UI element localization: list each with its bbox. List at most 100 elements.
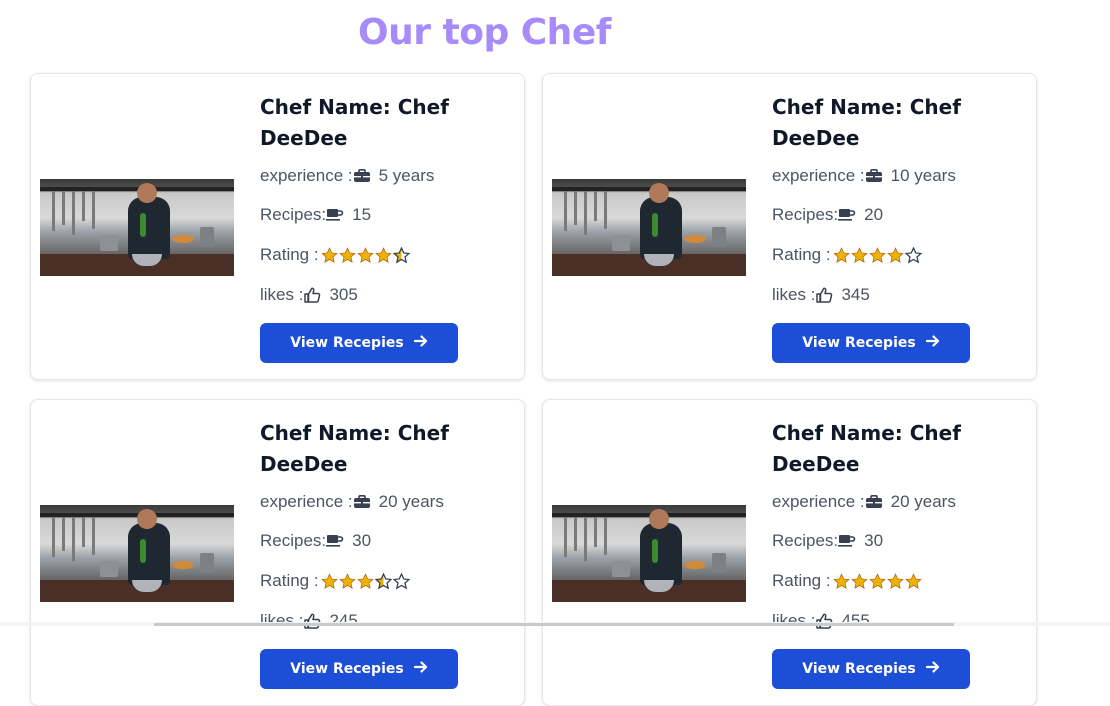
experience-value: 20 years [379, 492, 444, 512]
chef-photo [552, 179, 746, 276]
thumbs-up-icon [303, 612, 321, 630]
chef-photo [552, 505, 746, 602]
star-full-icon [321, 573, 338, 590]
chef-info: Chef Name: Chef DeeDee experience : 5 ye… [260, 92, 500, 363]
likes-value: 455 [841, 611, 869, 631]
likes-label: likes : [772, 611, 815, 631]
briefcase-icon [353, 495, 371, 509]
briefcase-icon [353, 169, 371, 183]
coffee-cup-icon [326, 534, 344, 548]
star-full-icon [339, 247, 356, 264]
thumbs-up-icon [303, 286, 321, 304]
view-recipes-label: View Recepies [802, 661, 915, 677]
experience-label: experience : [772, 166, 865, 186]
star-full-icon [357, 247, 374, 264]
coffee-cup-icon [326, 208, 344, 222]
recipes-row: Recipes: 30 [772, 521, 1012, 561]
likes-label: likes : [260, 611, 303, 631]
chef-name: Chef Name: Chef DeeDee [772, 418, 1012, 480]
star-full-icon [339, 573, 356, 590]
experience-label: experience : [772, 492, 865, 512]
chef-card-2: Chef Name: Chef DeeDee experience : 10 y… [542, 73, 1037, 380]
star-full-icon [851, 573, 868, 590]
chef-name-line2: DeeDee [260, 123, 500, 154]
chef-name-line2: DeeDee [772, 449, 1012, 480]
likes-value: 345 [841, 285, 869, 305]
star-full-icon [833, 247, 850, 264]
chef-photo [40, 505, 234, 602]
rating-row: Rating : [260, 561, 500, 601]
rating-stars [321, 573, 410, 590]
view-recipes-button[interactable]: View Recepies [772, 323, 970, 363]
likes-row: likes : 455 [772, 601, 1012, 641]
chef-card-1: Chef Name: Chef DeeDee experience : 5 ye… [30, 73, 525, 380]
experience-value: 5 years [379, 166, 435, 186]
star-empty-icon [393, 573, 410, 590]
chef-photo [40, 179, 234, 276]
experience-label: experience : [260, 166, 353, 186]
recipes-row: Recipes: 20 [772, 195, 1012, 235]
experience-row: experience : 20 years [772, 483, 1012, 521]
experience-label: experience : [260, 492, 353, 512]
likes-row: likes : 245 [260, 601, 500, 641]
thumbs-up-icon [815, 612, 833, 630]
view-recipes-button[interactable]: View Recepies [772, 649, 970, 689]
view-recipes-label: View Recepies [290, 661, 403, 677]
experience-row: experience : 5 years [260, 157, 500, 195]
star-half-icon [375, 573, 392, 590]
rating-label: Rating : [772, 571, 831, 591]
rating-row: Rating : [260, 235, 500, 275]
chef-name-line1: Chef Name: Chef [260, 92, 500, 123]
coffee-cup-icon [838, 208, 856, 222]
chef-name: Chef Name: Chef DeeDee [260, 418, 500, 480]
star-full-icon [905, 573, 922, 590]
star-full-icon [321, 247, 338, 264]
recipes-label: Recipes: [772, 531, 838, 551]
recipes-label: Recipes: [772, 205, 838, 225]
rating-label: Rating : [260, 245, 319, 265]
chef-card-3: Chef Name: Chef DeeDee experience : 20 y… [30, 399, 525, 706]
recipes-label: Recipes: [260, 531, 326, 551]
chef-info: Chef Name: Chef DeeDee experience : 20 y… [260, 418, 500, 689]
chef-name-line2: DeeDee [772, 123, 1012, 154]
chef-name: Chef Name: Chef DeeDee [260, 92, 500, 154]
star-half-icon [393, 247, 410, 264]
view-recipes-button[interactable]: View Recepies [260, 323, 458, 363]
experience-row: experience : 20 years [260, 483, 500, 521]
likes-label: likes : [260, 285, 303, 305]
arrow-right-icon [414, 661, 428, 677]
view-recipes-button[interactable]: View Recepies [260, 649, 458, 689]
recipes-value: 20 [864, 205, 883, 225]
rating-label: Rating : [260, 571, 319, 591]
chef-name-line2: DeeDee [260, 449, 500, 480]
rating-label: Rating : [772, 245, 831, 265]
chef-info: Chef Name: Chef DeeDee experience : 20 y… [772, 418, 1012, 689]
star-full-icon [869, 573, 886, 590]
rating-stars [321, 247, 410, 264]
chef-name-line1: Chef Name: Chef [772, 418, 1012, 449]
rating-row: Rating : [772, 561, 1012, 601]
experience-value: 10 years [891, 166, 956, 186]
experience-value: 20 years [891, 492, 956, 512]
rating-row: Rating : [772, 235, 1012, 275]
coffee-cup-icon [838, 534, 856, 548]
likes-row: likes : 345 [772, 275, 1012, 315]
likes-value: 305 [329, 285, 357, 305]
arrow-right-icon [414, 335, 428, 351]
briefcase-icon [865, 495, 883, 509]
chef-card-4: Chef Name: Chef DeeDee experience : 20 y… [542, 399, 1037, 706]
star-empty-icon [905, 247, 922, 264]
view-recipes-label: View Recepies [290, 335, 403, 351]
rating-stars [833, 573, 922, 590]
horizontal-scrollbar[interactable] [0, 622, 1110, 626]
recipes-row: Recipes: 15 [260, 195, 500, 235]
recipes-row: Recipes: 30 [260, 521, 500, 561]
recipes-value: 15 [352, 205, 371, 225]
chef-name: Chef Name: Chef DeeDee [772, 92, 1012, 154]
chef-grid: Chef Name: Chef DeeDee experience : 5 ye… [30, 73, 1037, 706]
star-full-icon [375, 247, 392, 264]
star-full-icon [869, 247, 886, 264]
likes-value: 245 [329, 611, 357, 631]
chef-name-line1: Chef Name: Chef [772, 92, 1012, 123]
recipes-label: Recipes: [260, 205, 326, 225]
